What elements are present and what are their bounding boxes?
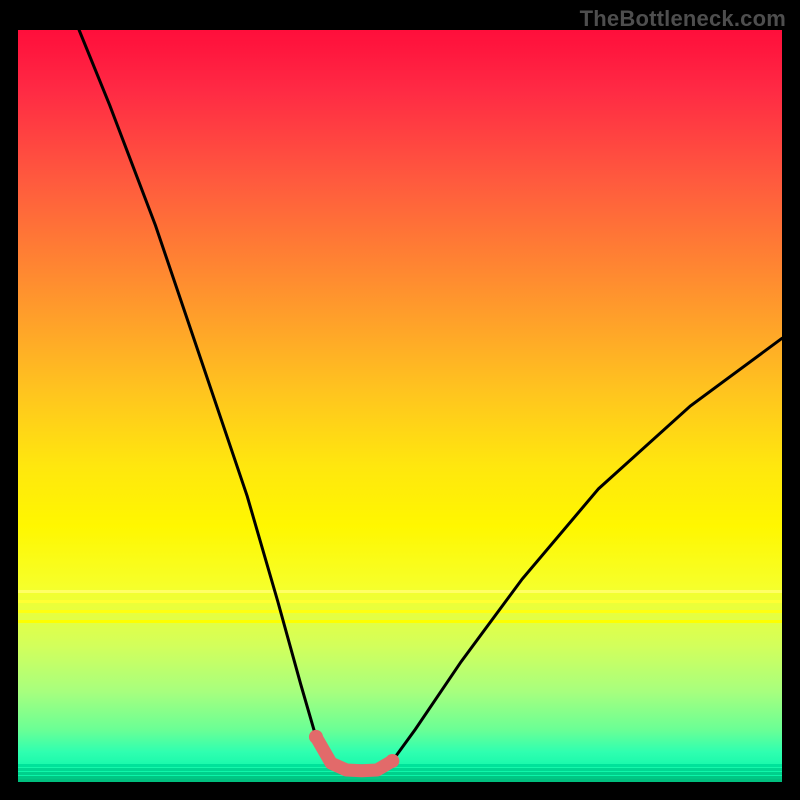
right-curve	[362, 338, 782, 770]
watermark-text: TheBottleneck.com	[580, 6, 786, 32]
bottom-highlight	[316, 737, 392, 771]
bottom-highlight-dot-left	[309, 730, 323, 744]
chart-frame: TheBottleneck.com	[0, 0, 800, 800]
bottom-highlight-dot-right	[385, 754, 399, 768]
plot-area	[18, 30, 782, 782]
left-curve	[79, 30, 362, 771]
curve-overlay	[18, 30, 782, 782]
